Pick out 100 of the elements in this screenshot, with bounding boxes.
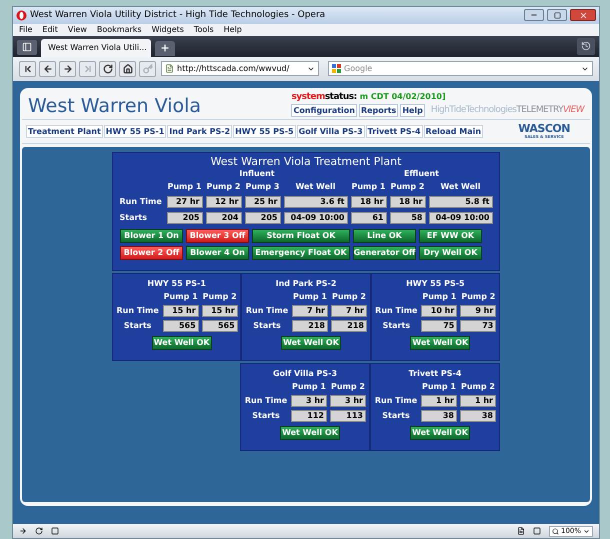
station-title: Trivett PS-4 — [408, 368, 462, 379]
plus-icon — [160, 43, 170, 54]
history-icon — [581, 41, 591, 52]
panel-title: West Warren Viola Treatment Plant — [210, 154, 402, 168]
status-indicator: Blower 3 Off — [186, 228, 249, 243]
menu-item[interactable]: Edit — [42, 24, 58, 35]
nav-tab[interactable]: Golf Villa PS-3 — [296, 124, 365, 138]
value-field: 3 hr — [330, 394, 366, 407]
address-field[interactable]: http://httscada.com/wwvud/ — [161, 61, 319, 76]
nav-tab[interactable]: Ind Park PS-2 — [167, 124, 232, 138]
maximize-button[interactable] — [547, 9, 567, 22]
column-header: Wet Well — [295, 180, 336, 192]
row-label: Run Time — [374, 395, 418, 406]
value-field: 3 hr — [291, 394, 327, 407]
back-button[interactable] — [39, 60, 56, 77]
value-field: 565 — [202, 320, 238, 332]
first-page-button[interactable] — [19, 60, 36, 77]
value-field: 58 — [390, 212, 426, 224]
value-field: 1 hr — [460, 394, 496, 407]
station-title: HWY 55 PS-5 — [406, 278, 465, 289]
browser-tab[interactable]: West Warren Viola Utili... — [41, 38, 151, 57]
nav-tab[interactable]: HWY 55 PS-1 — [104, 124, 166, 138]
menu-item[interactable]: File — [19, 24, 32, 35]
value-field: 61 — [350, 212, 386, 224]
header-link[interactable]: Help — [400, 104, 425, 117]
search-field[interactable]: Google — [328, 61, 593, 76]
row-label: Run Time — [120, 196, 163, 208]
menu-item[interactable]: Help — [224, 24, 242, 35]
header-link[interactable]: Configuration — [291, 104, 357, 117]
column-header: Pump 2 — [206, 180, 240, 192]
value-field: 218 — [292, 320, 328, 332]
value-field: 25 hr — [244, 196, 280, 208]
search-input[interactable]: Google — [344, 62, 578, 75]
menu-item[interactable]: Tools — [194, 24, 214, 35]
menu-item[interactable]: View — [68, 24, 87, 35]
url-text: http://httscada.com/wwvud/ — [177, 62, 290, 75]
closed-tabs-button[interactable] — [577, 38, 595, 55]
status-indicator: Line OK — [353, 228, 416, 243]
column-header: Pump 2 — [460, 290, 496, 302]
column-header: Pump 2 — [202, 290, 238, 302]
status-indicator: Blower 2 Off — [120, 246, 183, 260]
search-engine-icon — [332, 64, 341, 74]
station-title: HWY 55 PS-1 — [147, 278, 206, 289]
home-icon — [122, 64, 132, 74]
value-field: 204 — [206, 212, 242, 224]
menu-item[interactable]: Widgets — [152, 24, 184, 35]
close-icon — [578, 10, 588, 20]
brand-logo: HighTideTechnologiesTELEMETRYVIEW — [430, 104, 584, 116]
value-field: 04-09 10:00 — [284, 212, 348, 224]
back-icon — [42, 64, 52, 74]
system-status-label: systemstatus: — [291, 92, 357, 102]
column-header: Pump 2 — [331, 290, 367, 302]
status-indicator: Blower 4 On — [186, 246, 249, 260]
status-indicator: EF WW OK — [419, 228, 482, 243]
status-indicator: Blower 1 On — [120, 228, 183, 243]
group-header: Effluent — [404, 168, 440, 179]
group-header: Influent — [239, 168, 275, 179]
status-indicator: Wet Well OK — [410, 426, 470, 440]
value-field: 7 hr — [292, 304, 328, 317]
search-icon — [552, 528, 559, 535]
nav-tab[interactable]: Treatment Plant — [26, 124, 103, 138]
value-field: 18 hr — [350, 196, 386, 208]
forward-icon — [62, 64, 72, 74]
maximize-icon — [554, 12, 560, 19]
new-tab-button[interactable] — [155, 40, 175, 56]
value-field: 27 hr — [166, 196, 202, 208]
status-indicator: Emergency Float OK — [252, 246, 350, 260]
value-field: 15 hr — [162, 304, 199, 317]
panel-toggle-button[interactable] — [17, 40, 37, 55]
column-header: Pump 2 — [460, 380, 496, 392]
column-header: Pump 1 — [352, 180, 386, 192]
nav-tab[interactable]: HWY 55 PS-5 — [233, 124, 296, 138]
nav-tab[interactable]: Reload Main — [424, 124, 484, 138]
menu-item[interactable]: Bookmarks — [96, 24, 142, 35]
site-title: West Warren Viola — [28, 94, 202, 117]
dropdown-icon — [583, 528, 590, 535]
value-field: 5.8 ft — [428, 196, 492, 208]
row-label: Starts — [382, 320, 412, 332]
value-field: 10 hr — [421, 304, 458, 317]
system-status-value: m CDT 04/02/2010] — [360, 92, 446, 102]
home-button[interactable] — [119, 60, 136, 77]
column-header: Wet Well — [440, 180, 481, 192]
status-indicator: Wet Well OK — [410, 336, 470, 350]
forward-button[interactable] — [59, 60, 76, 77]
status-indicator: Storm Float OK — [252, 228, 350, 243]
value-field: 15 hr — [202, 304, 238, 317]
value-field: 565 — [162, 320, 199, 332]
column-header: Pump 3 — [246, 180, 280, 192]
row-label: Starts — [120, 212, 148, 224]
nav-tab[interactable]: Trivett PS-4 — [366, 124, 423, 138]
value-field: 205 — [166, 212, 202, 224]
row-label: Starts — [252, 320, 282, 332]
reload-button[interactable] — [99, 60, 116, 77]
value-field: 18 hr — [390, 196, 426, 208]
value-field: 73 — [460, 320, 496, 332]
page-icon[interactable] — [516, 527, 525, 536]
close-button[interactable] — [570, 9, 596, 22]
row-label: Run Time — [245, 305, 289, 316]
station-title: Ind Park PS-2 — [276, 278, 336, 289]
header-link[interactable]: Reports — [358, 104, 398, 117]
